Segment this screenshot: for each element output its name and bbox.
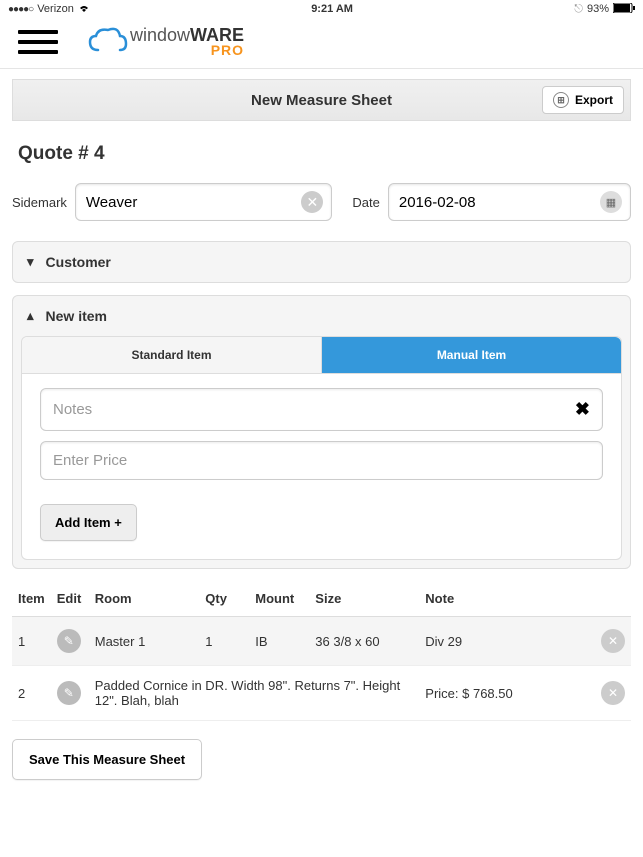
export-label: Export <box>575 93 613 107</box>
logo-word3: PRO <box>130 44 244 57</box>
th-size: Size <box>309 581 419 617</box>
cell-item: 2 <box>12 666 51 721</box>
th-mount: Mount <box>249 581 309 617</box>
tab-standard-item[interactable]: Standard Item <box>22 337 322 374</box>
status-time: 9:21 AM <box>311 3 353 15</box>
sidemark-label: Sidemark <box>12 195 67 210</box>
edit-icon[interactable]: ✎ <box>57 629 81 653</box>
notes-field-wrap: ✖ <box>40 388 603 431</box>
add-item-button[interactable]: Add Item + <box>40 504 137 541</box>
table-row: 1 ✎ Master 1 1 IB 36 3/8 x 60 Div 29 ✕ <box>12 617 631 666</box>
chevron-up-icon: ▴ <box>27 308 34 324</box>
price-field-wrap <box>40 441 603 480</box>
battery-icon <box>613 3 635 16</box>
app-header: windowWARE PRO <box>0 18 643 69</box>
logo-word1: window <box>130 25 190 45</box>
page-title: New Measure Sheet <box>13 92 630 109</box>
delete-icon[interactable]: ✕ <box>601 681 625 705</box>
bluetooth-icon: ⎋ <box>574 3 583 16</box>
th-note: Note <box>419 581 595 617</box>
date-label: Date <box>352 195 379 210</box>
new-item-section: ▴ New item Standard Item Manual Item ✖ A… <box>12 295 631 569</box>
sidemark-input[interactable] <box>76 184 331 220</box>
edit-icon[interactable]: ✎ <box>57 681 81 705</box>
cell-room: Master 1 <box>89 617 200 666</box>
th-item: Item <box>12 581 51 617</box>
customer-section: ▾ Customer <box>12 241 631 283</box>
cell-mount: IB <box>249 617 309 666</box>
cloud-icon <box>88 26 128 58</box>
battery-label: 93% <box>587 3 609 15</box>
th-delete <box>595 581 631 617</box>
clear-notes-icon[interactable]: ✖ <box>567 399 590 420</box>
date-field-wrap: ▦ <box>388 183 631 221</box>
chevron-down-icon: ▾ <box>27 254 34 270</box>
export-button[interactable]: ⊞ Export <box>542 86 624 114</box>
meta-fields: Sidemark ✕ Date ▦ <box>12 183 631 221</box>
page-title-bar: New Measure Sheet ⊞ Export <box>12 79 631 121</box>
th-room: Room <box>89 581 200 617</box>
date-input[interactable] <box>389 184 630 220</box>
cell-size: 36 3/8 x 60 <box>309 617 419 666</box>
status-right: ⎋ 93% <box>574 3 635 16</box>
quote-heading: Quote # 4 <box>18 143 625 165</box>
app-logo: windowWARE PRO <box>88 26 244 58</box>
cell-note: Price: $ 768.50 <box>419 666 595 721</box>
price-input[interactable] <box>53 452 590 469</box>
grid-icon: ⊞ <box>553 92 569 108</box>
carrier-label: Verizon <box>37 3 74 15</box>
table-row: 2 ✎ Padded Cornice in DR. Width 98". Ret… <box>12 666 631 721</box>
delete-icon[interactable]: ✕ <box>601 629 625 653</box>
sidemark-field-wrap: ✕ <box>75 183 332 221</box>
cell-note: Div 29 <box>419 617 595 666</box>
new-item-toggle[interactable]: ▴ New item <box>13 296 630 336</box>
save-button[interactable]: Save This Measure Sheet <box>12 739 202 780</box>
wifi-icon <box>78 3 90 16</box>
signal-dots-icon: ●●●●○ <box>8 4 33 15</box>
tab-manual-item[interactable]: Manual Item <box>322 337 621 374</box>
th-edit: Edit <box>51 581 89 617</box>
cell-item: 1 <box>12 617 51 666</box>
status-bar: ●●●●○ Verizon 9:21 AM ⎋ 93% <box>0 0 643 18</box>
status-left: ●●●●○ Verizon <box>8 3 90 16</box>
item-type-tabs: Standard Item Manual Item <box>22 337 621 374</box>
th-qty: Qty <box>199 581 249 617</box>
cell-room: Padded Cornice in DR. Width 98". Returns… <box>89 666 420 721</box>
notes-input[interactable] <box>53 401 567 418</box>
calendar-icon[interactable]: ▦ <box>600 191 622 213</box>
new-item-label: New item <box>46 308 107 324</box>
customer-label: Customer <box>46 254 111 270</box>
customer-toggle[interactable]: ▾ Customer <box>13 242 630 282</box>
cell-qty: 1 <box>199 617 249 666</box>
items-table: Item Edit Room Qty Mount Size Note 1 ✎ M… <box>12 581 631 721</box>
menu-button[interactable] <box>18 30 58 54</box>
new-item-body: Standard Item Manual Item ✖ Add Item + <box>21 336 622 560</box>
